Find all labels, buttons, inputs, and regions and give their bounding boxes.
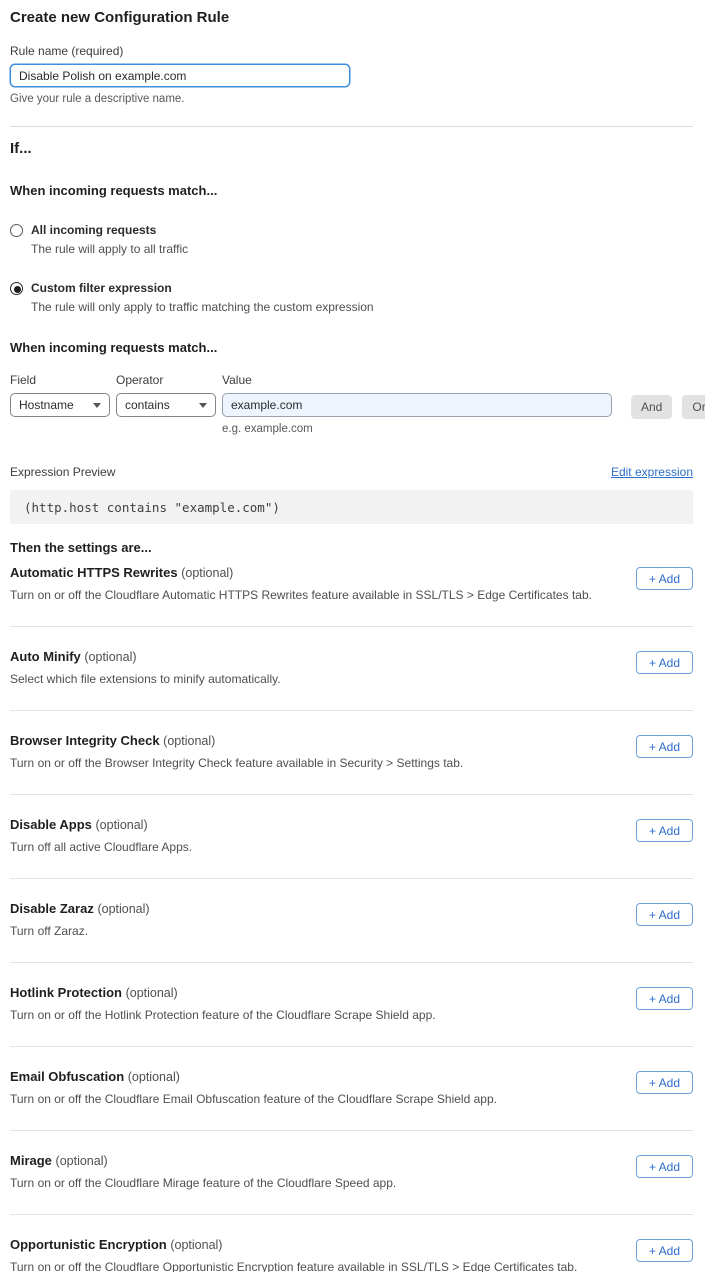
setting-row: Disable Zaraz (optional) Turn off Zaraz.… (10, 879, 693, 963)
setting-description: Turn on or off the Hotlink Protection fe… (10, 1008, 436, 1022)
chevron-down-icon (93, 403, 101, 408)
setting-name: Automatic HTTPS Rewrites (10, 565, 178, 580)
setting-row: Hotlink Protection (optional) Turn on or… (10, 963, 693, 1047)
settings-list: Automatic HTTPS Rewrites (optional) Turn… (10, 555, 693, 1272)
setting-optional-label: (optional) (181, 566, 233, 580)
rule-name-help: Give your rule a descriptive name. (10, 93, 693, 105)
expression-preview-label: Expression Preview (10, 465, 115, 479)
setting-name: Email Obfuscation (10, 1069, 124, 1084)
add-setting-button[interactable]: + Add (636, 819, 693, 842)
setting-description: Turn on or off the Browser Integrity Che… (10, 756, 463, 770)
setting-description: Select which file extensions to minify a… (10, 672, 281, 686)
add-setting-button[interactable]: + Add (636, 1239, 693, 1262)
setting-name: Hotlink Protection (10, 985, 122, 1000)
match-heading: When incoming requests match... (10, 183, 693, 198)
value-input[interactable] (222, 393, 612, 417)
radio-description: The rule will only apply to traffic matc… (31, 300, 374, 314)
builder-heading: When incoming requests match... (10, 340, 693, 355)
rule-name-label: Rule name (required) (10, 44, 693, 58)
operator-select-value: contains (125, 398, 170, 412)
section-divider (10, 126, 693, 127)
radio-option-all-requests[interactable]: All incoming requests The rule will appl… (10, 223, 693, 256)
setting-name: Mirage (10, 1153, 52, 1168)
setting-optional-label: (optional) (128, 1070, 180, 1084)
page-title: Create new Configuration Rule (10, 9, 693, 26)
value-column: Value e.g. example.com (222, 373, 612, 435)
settings-heading: Then the settings are... (10, 540, 693, 555)
setting-row: Disable Apps (optional) Turn off all act… (10, 795, 693, 879)
setting-optional-label: (optional) (163, 734, 215, 748)
setting-optional-label: (optional) (96, 818, 148, 832)
setting-description: Turn on or off the Cloudflare Opportunis… (10, 1260, 577, 1272)
radio-option-custom-expression[interactable]: Custom filter expression The rule will o… (10, 281, 693, 314)
add-setting-button[interactable]: + Add (636, 987, 693, 1010)
radio-button-unselected[interactable] (10, 224, 23, 237)
field-select[interactable]: Hostname (10, 393, 110, 417)
add-setting-button[interactable]: + Add (636, 735, 693, 758)
operator-select[interactable]: contains (116, 393, 216, 417)
add-setting-button[interactable]: + Add (636, 1155, 693, 1178)
setting-description: Turn on or off the Cloudflare Mirage fea… (10, 1176, 396, 1190)
field-label: Field (10, 373, 110, 387)
setting-name: Disable Zaraz (10, 901, 94, 916)
field-select-value: Hostname (19, 398, 74, 412)
setting-optional-label: (optional) (56, 1154, 108, 1168)
setting-row: Email Obfuscation (optional) Turn on or … (10, 1047, 693, 1131)
or-button[interactable]: Or (682, 395, 705, 419)
radio-description: The rule will apply to all traffic (31, 242, 188, 256)
operator-column: Operator contains (116, 373, 216, 417)
setting-row: Browser Integrity Check (optional) Turn … (10, 711, 693, 795)
setting-optional-label: (optional) (126, 986, 178, 1000)
expression-preview-header: Expression Preview Edit expression (10, 465, 693, 479)
setting-row: Opportunistic Encryption (optional) Turn… (10, 1215, 693, 1272)
rule-name-input[interactable] (10, 64, 350, 87)
if-heading: If... (10, 140, 693, 157)
expression-builder-row: Field Hostname Operator contains Value e… (10, 373, 693, 435)
setting-name: Disable Apps (10, 817, 92, 832)
radio-label: Custom filter expression (31, 281, 374, 295)
radio-button-selected[interactable] (10, 282, 23, 295)
setting-optional-label: (optional) (170, 1238, 222, 1252)
setting-row: Automatic HTTPS Rewrites (optional) Turn… (10, 555, 693, 627)
setting-name: Auto Minify (10, 649, 81, 664)
setting-description: Turn off Zaraz. (10, 924, 150, 938)
conjunction-buttons: And Or (631, 395, 705, 419)
value-label: Value (222, 373, 612, 387)
add-setting-button[interactable]: + Add (636, 1071, 693, 1094)
setting-row: Auto Minify (optional) Select which file… (10, 627, 693, 711)
and-button[interactable]: And (631, 395, 672, 419)
edit-expression-link[interactable]: Edit expression (611, 465, 693, 479)
add-setting-button[interactable]: + Add (636, 903, 693, 926)
setting-optional-label: (optional) (97, 902, 149, 916)
setting-optional-label: (optional) (84, 650, 136, 664)
setting-description: Turn on or off the Cloudflare Email Obfu… (10, 1092, 497, 1106)
setting-name: Browser Integrity Check (10, 733, 160, 748)
setting-row: Mirage (optional) Turn on or off the Clo… (10, 1131, 693, 1215)
setting-description: Turn on or off the Cloudflare Automatic … (10, 588, 592, 602)
operator-label: Operator (116, 373, 216, 387)
add-setting-button[interactable]: + Add (636, 567, 693, 590)
add-setting-button[interactable]: + Add (636, 651, 693, 674)
value-hint: e.g. example.com (222, 423, 612, 435)
chevron-down-icon (199, 403, 207, 408)
field-column: Field Hostname (10, 373, 110, 417)
setting-description: Turn off all active Cloudflare Apps. (10, 840, 192, 854)
setting-name: Opportunistic Encryption (10, 1237, 167, 1252)
radio-label: All incoming requests (31, 223, 188, 237)
rule-name-group: Rule name (required) Give your rule a de… (10, 44, 693, 105)
expression-preview-code: (http.host contains "example.com") (10, 490, 693, 524)
